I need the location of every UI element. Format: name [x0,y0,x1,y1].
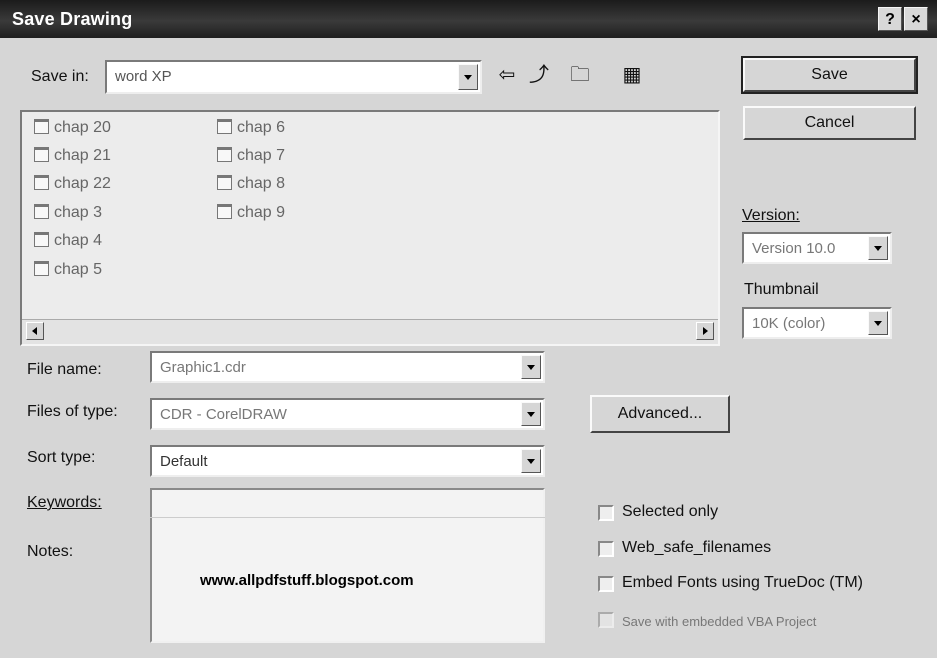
list-item-label: chap 20 [54,119,111,136]
files-of-type-value: CDR - CorelDRAW [160,406,287,423]
files-of-type-label: Files of type: [27,403,118,420]
version-select[interactable]: Version 10.0 [742,232,892,264]
save-in-label: Save in: [31,68,89,85]
selected-only-label: Selected only [622,503,719,520]
file-name-value: Graphic1.cdr [160,359,246,376]
folder-icon [34,232,49,247]
web-safe-filenames-label: Web_safe_filenames [622,539,772,556]
list-item-label: chap 21 [54,147,111,164]
list-item-label: chap 5 [54,261,103,278]
list-item-label: chap 4 [54,232,103,249]
cancel-button[interactable]: Cancel [743,106,916,140]
thumbnail-select[interactable]: 10K (color) [742,307,892,339]
save-in-value: word XP [115,68,172,85]
save-in-select[interactable]: word XP [105,60,482,94]
list-item-label: chap 9 [237,204,286,221]
file-name-input[interactable]: Graphic1.cdr [150,351,545,383]
help-button[interactable]: ? [878,7,902,31]
list-item[interactable]: chap 7 [217,147,285,169]
chevron-down-icon[interactable] [521,449,541,473]
list-item[interactable]: chap 9 [217,204,285,226]
list-item-label: chap 6 [237,119,286,136]
embedded-vba-checkbox[interactable] [598,612,614,628]
folder-icon [34,204,49,219]
list-item[interactable]: chap 4 [34,232,102,254]
chevron-down-icon[interactable] [868,311,888,335]
keywords-label: Keywords: [27,494,102,511]
titlebar: Save Drawing ? × [0,0,937,38]
save-drawing-dialog: Save Drawing ? × Save in: word XP ⇦ ⤴ 🗀 … [0,0,937,658]
list-item[interactable]: chap 20 [34,119,111,141]
folder-icon [34,119,49,134]
list-item[interactable]: chap 22 [34,175,111,197]
embedded-vba-label: Save with embedded VBA Project [622,614,817,629]
list-item-label: chap 8 [237,175,286,192]
list-item-label: chap 22 [54,175,111,192]
keywords-input[interactable] [150,488,545,518]
chevron-down-icon[interactable] [521,355,541,379]
new-folder-icon[interactable]: 🗀 [568,62,592,86]
chevron-down-icon[interactable] [868,236,888,260]
folder-icon [217,147,232,162]
file-list[interactable]: chap 20 chap 21 chap 22 chap 3 chap 4 ch… [20,110,720,346]
back-icon[interactable]: ⇦ [495,62,519,86]
folder-icon [34,175,49,190]
folder-icon [34,147,49,162]
thumbnail-label: Thumbnail [744,281,819,298]
version-value: Version 10.0 [752,240,836,257]
folder-icon [34,261,49,276]
list-item-label: chap 3 [54,204,103,221]
window-title: Save Drawing [12,9,133,29]
embed-fonts-label: Embed Fonts using TrueDoc (TM) [622,574,863,591]
horizontal-scrollbar[interactable] [22,319,718,344]
cancel-button-label: Cancel [804,114,855,131]
folder-icon [217,175,232,190]
file-name-label: File name: [27,361,102,378]
watermark-text: www.allpdfstuff.blogspot.com [200,572,414,589]
selected-only-checkbox[interactable] [598,505,614,521]
chevron-down-icon[interactable] [458,64,478,90]
advanced-button-label: Advanced... [617,405,703,422]
list-item[interactable]: chap 5 [34,261,102,283]
scroll-left-button[interactable] [26,322,44,340]
sort-type-value: Default [160,453,208,470]
chevron-down-icon[interactable] [521,402,541,426]
save-button-label: Save [811,66,848,83]
up-folder-icon[interactable]: ⤴ [527,62,551,86]
views-menu-icon[interactable]: ▦ [612,62,652,86]
advanced-button[interactable]: Advanced... [590,395,730,433]
folder-icon [217,119,232,134]
thumbnail-value: 10K (color) [752,315,826,332]
close-button[interactable]: × [904,7,928,31]
scroll-right-button[interactable] [696,322,714,340]
folder-icon [217,204,232,219]
list-item[interactable]: chap 8 [217,175,285,197]
sort-type-select[interactable]: Default [150,445,545,477]
sort-type-label: Sort type: [27,449,96,466]
web-safe-filenames-checkbox[interactable] [598,541,614,557]
list-item[interactable]: chap 6 [217,119,285,141]
list-item[interactable]: chap 21 [34,147,111,169]
list-item[interactable]: chap 3 [34,204,102,226]
files-of-type-select[interactable]: CDR - CorelDRAW [150,398,545,430]
version-label: Version: [742,207,800,224]
save-button[interactable]: Save [741,56,918,94]
list-item-label: chap 7 [237,147,286,164]
embed-fonts-checkbox[interactable] [598,576,614,592]
notes-label: Notes: [27,543,74,560]
